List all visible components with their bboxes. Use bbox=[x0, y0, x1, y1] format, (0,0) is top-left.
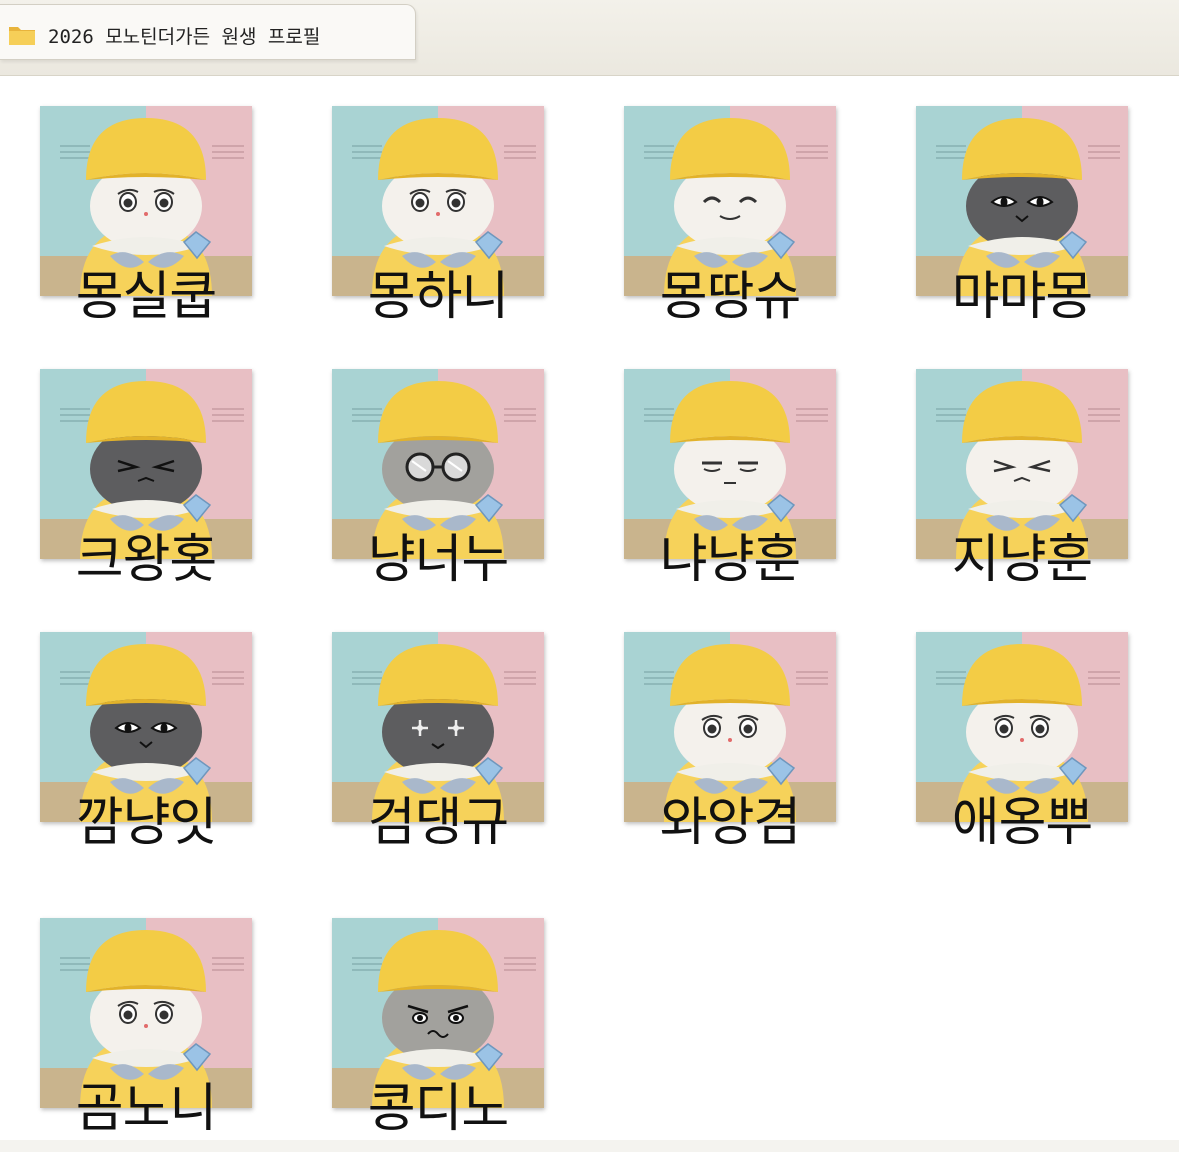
item-name-label: 깜냥잇 bbox=[75, 793, 218, 853]
image-file-item[interactable]: 냥너누 bbox=[292, 341, 544, 591]
image-file-item[interactable]: 몽실쿱 bbox=[0, 78, 252, 328]
item-name-label: 몽하니 bbox=[367, 267, 510, 327]
image-file-item[interactable]: 검댕규 bbox=[292, 604, 544, 854]
item-name-label: 애옹뿌 bbox=[951, 793, 1094, 853]
image-file-item[interactable]: 깜냥잇 bbox=[0, 604, 252, 854]
item-name-label: 곰노니 bbox=[75, 1079, 218, 1139]
item-name-label: 지냥훈 bbox=[951, 530, 1094, 590]
image-file-item[interactable]: 애옹뿌 bbox=[876, 604, 1128, 854]
item-name-label: 몽땅슈 bbox=[659, 267, 802, 327]
item-name-label: 콩디노 bbox=[367, 1079, 510, 1139]
window-bottom-edge bbox=[0, 1140, 1179, 1152]
image-file-item[interactable]: 냐냥훈 bbox=[584, 341, 836, 591]
image-file-item[interactable]: 몽땅슈 bbox=[584, 78, 836, 328]
image-file-item[interactable]: 먀먀몽 bbox=[876, 78, 1128, 328]
item-name-label: 먀먀몽 bbox=[951, 267, 1094, 327]
item-name-label: 크왕홋 bbox=[75, 530, 218, 590]
image-file-item[interactable]: 몽하니 bbox=[292, 78, 544, 328]
item-name-label: 와앙겸 bbox=[659, 793, 802, 853]
item-name-label: 냐냥훈 bbox=[659, 530, 802, 590]
item-name-label: 몽실쿱 bbox=[75, 267, 218, 327]
image-file-item[interactable]: 곰노니 bbox=[0, 890, 252, 1140]
item-name-label: 냥너누 bbox=[367, 530, 510, 590]
item-name-label: 검댕규 bbox=[367, 793, 510, 853]
image-file-item[interactable]: 콩디노 bbox=[292, 890, 544, 1140]
image-file-item[interactable]: 크왕홋 bbox=[0, 341, 252, 591]
image-file-item[interactable]: 와앙겸 bbox=[584, 604, 836, 854]
image-file-item[interactable]: 지냥훈 bbox=[876, 341, 1128, 591]
thumbnail-grid: 몽실쿱 몽하니 몽땅슈 먀먀몽 크왕홋 냥너누 냐냥훈 지냥훈 깜냥잇 검댕규 … bbox=[0, 0, 1179, 1152]
